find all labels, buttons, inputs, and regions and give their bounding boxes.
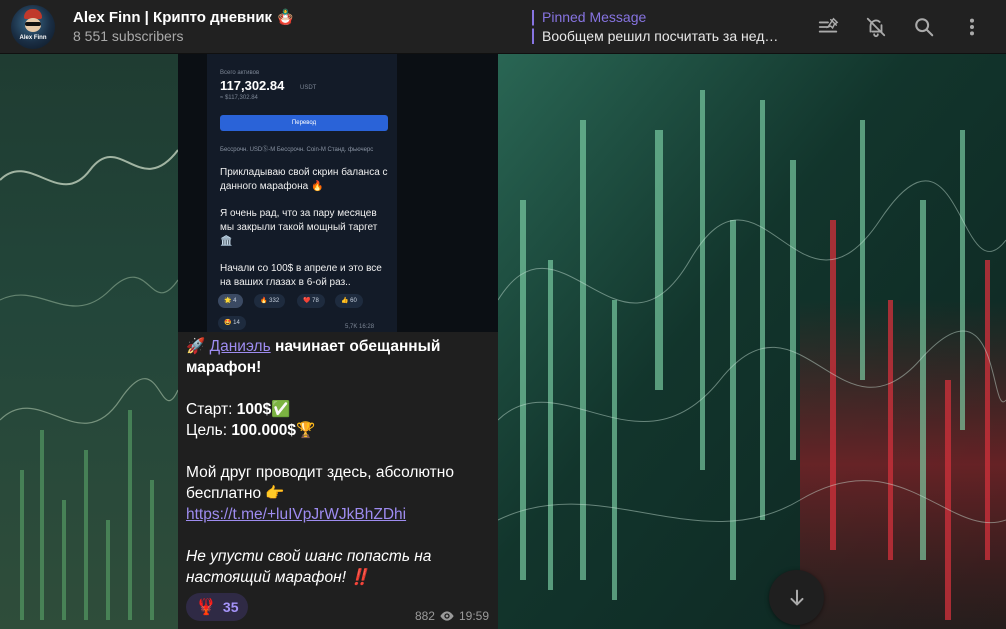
pinned-message-bar[interactable]: Pinned Message Вообщем решил посчитать з… (532, 9, 782, 45)
goal-label: Цель: (186, 422, 227, 439)
invite-link[interactable]: https://t.me/+luIVpJrWJkBhZDhi (186, 506, 406, 523)
reaction-count: 35 (222, 599, 239, 615)
start-value: 100$✅ (236, 401, 291, 418)
start-line: Старт: 100$✅ (186, 399, 492, 420)
photo-reaction: 🌟 4 (218, 294, 243, 308)
message-photo[interactable]: Всего активов 117,302.84 USDT ≈ $117,302… (178, 54, 498, 332)
scroll-down-button[interactable] (769, 570, 824, 625)
invite-link-line: https://t.me/+luIVpJrWJkBhZDhi (186, 504, 492, 525)
telegram-window: Alex Finn Alex Finn | Крипто дневник 🪆 8… (0, 0, 1006, 629)
goal-line: Цель: 100.000$🏆 (186, 420, 492, 441)
subscriber-count: 8 551 subscribers (73, 28, 184, 44)
photo-text-2: Я очень рад, что за пару месяцев мы закр… (220, 208, 378, 247)
pinned-list-icon (818, 17, 839, 33)
transfer-button: Перевод (220, 115, 388, 131)
mute-bell-icon (866, 17, 886, 38)
view-count: 882 (414, 609, 435, 623)
eye-icon (440, 611, 454, 621)
goal-value: 100.000$🏆 (231, 422, 316, 439)
channel-avatar[interactable]: Alex Finn (11, 5, 55, 49)
friend-text: Мой друг проводит здесь, абсолютно беспл… (186, 464, 454, 502)
message-bubble[interactable]: Всего активов 117,302.84 USDT ≈ $117,302… (178, 54, 498, 629)
balance-label: Всего активов (220, 70, 260, 76)
start-label: Старт: (186, 401, 233, 418)
screenshot-image: Всего активов 117,302.84 USDT ≈ $117,302… (207, 54, 397, 332)
channel-title[interactable]: Alex Finn | Крипто дневник 🪆 (73, 8, 295, 26)
arrow-down-icon (789, 589, 804, 605)
lobster-emoji: 🦞 (196, 599, 216, 616)
balance-amount: 117,302.84 (220, 78, 285, 93)
balance-currency: USDT (300, 85, 317, 91)
chat-wallpaper (0, 0, 1006, 629)
balance-sub: ≈ $117,302.84 (220, 95, 258, 101)
italic-text: Не упусти свой шанс попасть на настоящий… (186, 548, 432, 586)
search-button[interactable] (904, 7, 944, 47)
more-button[interactable] (952, 7, 992, 47)
futures-tabs: Бессрочн. USDⓈ-M Бессрочн. Coin-M Станд.… (220, 147, 374, 153)
message-line-1: 🚀 Даниэль начинает обещанный марафон! (186, 336, 492, 378)
photo-reaction: 🔥 332 (254, 294, 286, 308)
pinned-text: Вообщем решил посчитать за неделю (542, 28, 782, 44)
message-time: 19:59 (458, 609, 489, 623)
photo-reaction: 👍 60 (335, 294, 363, 308)
search-icon (915, 18, 934, 37)
photo-text-3: Начали со 100$ в апреле и это все на ваш… (220, 263, 382, 288)
rocket-emoji: 🚀 (186, 338, 206, 355)
avatar-label: Alex Finn (19, 35, 47, 41)
photo-text-1: Прикладываю свой скрин баланса с данного… (220, 167, 388, 192)
user-mention-link[interactable]: Даниэль (210, 338, 271, 355)
photo-views-time: 5,7K 16:28 (345, 324, 375, 330)
reaction-button[interactable]: 🦞 35 (186, 593, 248, 621)
mute-button[interactable] (856, 7, 896, 47)
pinned-label: Pinned Message (542, 9, 647, 25)
chat-header: Alex Finn Alex Finn | Крипто дневник 🪆 8… (0, 0, 1006, 54)
pinned-list-button[interactable] (808, 7, 848, 47)
pinned-indicator (532, 10, 534, 44)
photo-reaction: 🤩 14 (218, 316, 246, 330)
photo-reaction: ❤️ 78 (297, 294, 325, 308)
more-vertical-icon (969, 18, 975, 36)
message-meta: 882 19:59 (415, 609, 489, 623)
